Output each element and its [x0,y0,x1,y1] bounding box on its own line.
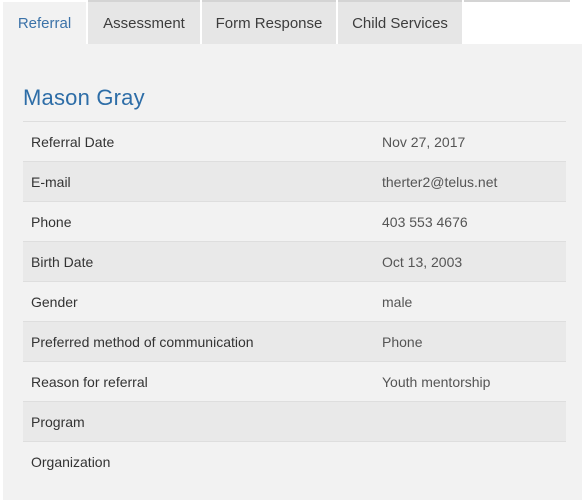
table-row: Birth Date Oct 13, 2003 [23,241,566,282]
tab-bar-spacer [464,2,582,44]
row-value: 403 553 4676 [382,213,468,230]
tab-assessment[interactable]: Assessment [88,2,200,44]
tab-child-services[interactable]: Child Services [338,2,462,44]
row-value [374,402,566,442]
row-label: Gender [31,293,78,310]
row-label: Reason for referral [31,373,148,390]
row-label: Program [31,413,85,430]
tab-referral[interactable]: Referral [3,2,86,44]
tab-form-response[interactable]: Form Response [202,2,336,44]
row-value: therter2@telus.net [382,173,498,190]
row-value: Youth mentorship [382,373,491,390]
tab-label: Form Response [215,14,323,32]
table-row: Referral Date Nov 27, 2017 [23,121,566,162]
table-row: E-mail therter2@telus.net [23,161,566,202]
row-value: male [382,293,413,310]
tab-bar: Referral Assessment Form Response Child … [3,2,582,44]
row-value: Phone [382,333,423,350]
referral-panel: Mason Gray Referral Date Nov 27, 2017 E-… [3,44,582,500]
row-value: Nov 27, 2017 [382,133,466,150]
row-value [374,442,566,482]
details-table: Referral Date Nov 27, 2017 E-mail therte… [23,121,566,482]
table-row: Phone 403 553 4676 [23,201,566,242]
tab-label: Child Services [352,14,448,32]
tab-label: Referral [17,14,72,32]
tab-label: Assessment [103,14,185,32]
row-value: Oct 13, 2003 [382,253,463,270]
row-label: E-mail [31,173,71,190]
table-row: Gender male [23,281,566,322]
row-label: Phone [31,213,72,230]
row-label: Birth Date [31,253,94,270]
table-row: Organization [23,441,566,482]
table-row: Reason for referral Youth mentorship [23,361,566,402]
table-row: Program [23,401,566,442]
person-name: Mason Gray [23,85,145,110]
table-row: Preferred method of communication Phone [23,321,566,362]
row-label: Preferred method of communication [31,333,254,350]
row-label: Referral Date [31,133,115,150]
row-label: Organization [31,453,111,470]
